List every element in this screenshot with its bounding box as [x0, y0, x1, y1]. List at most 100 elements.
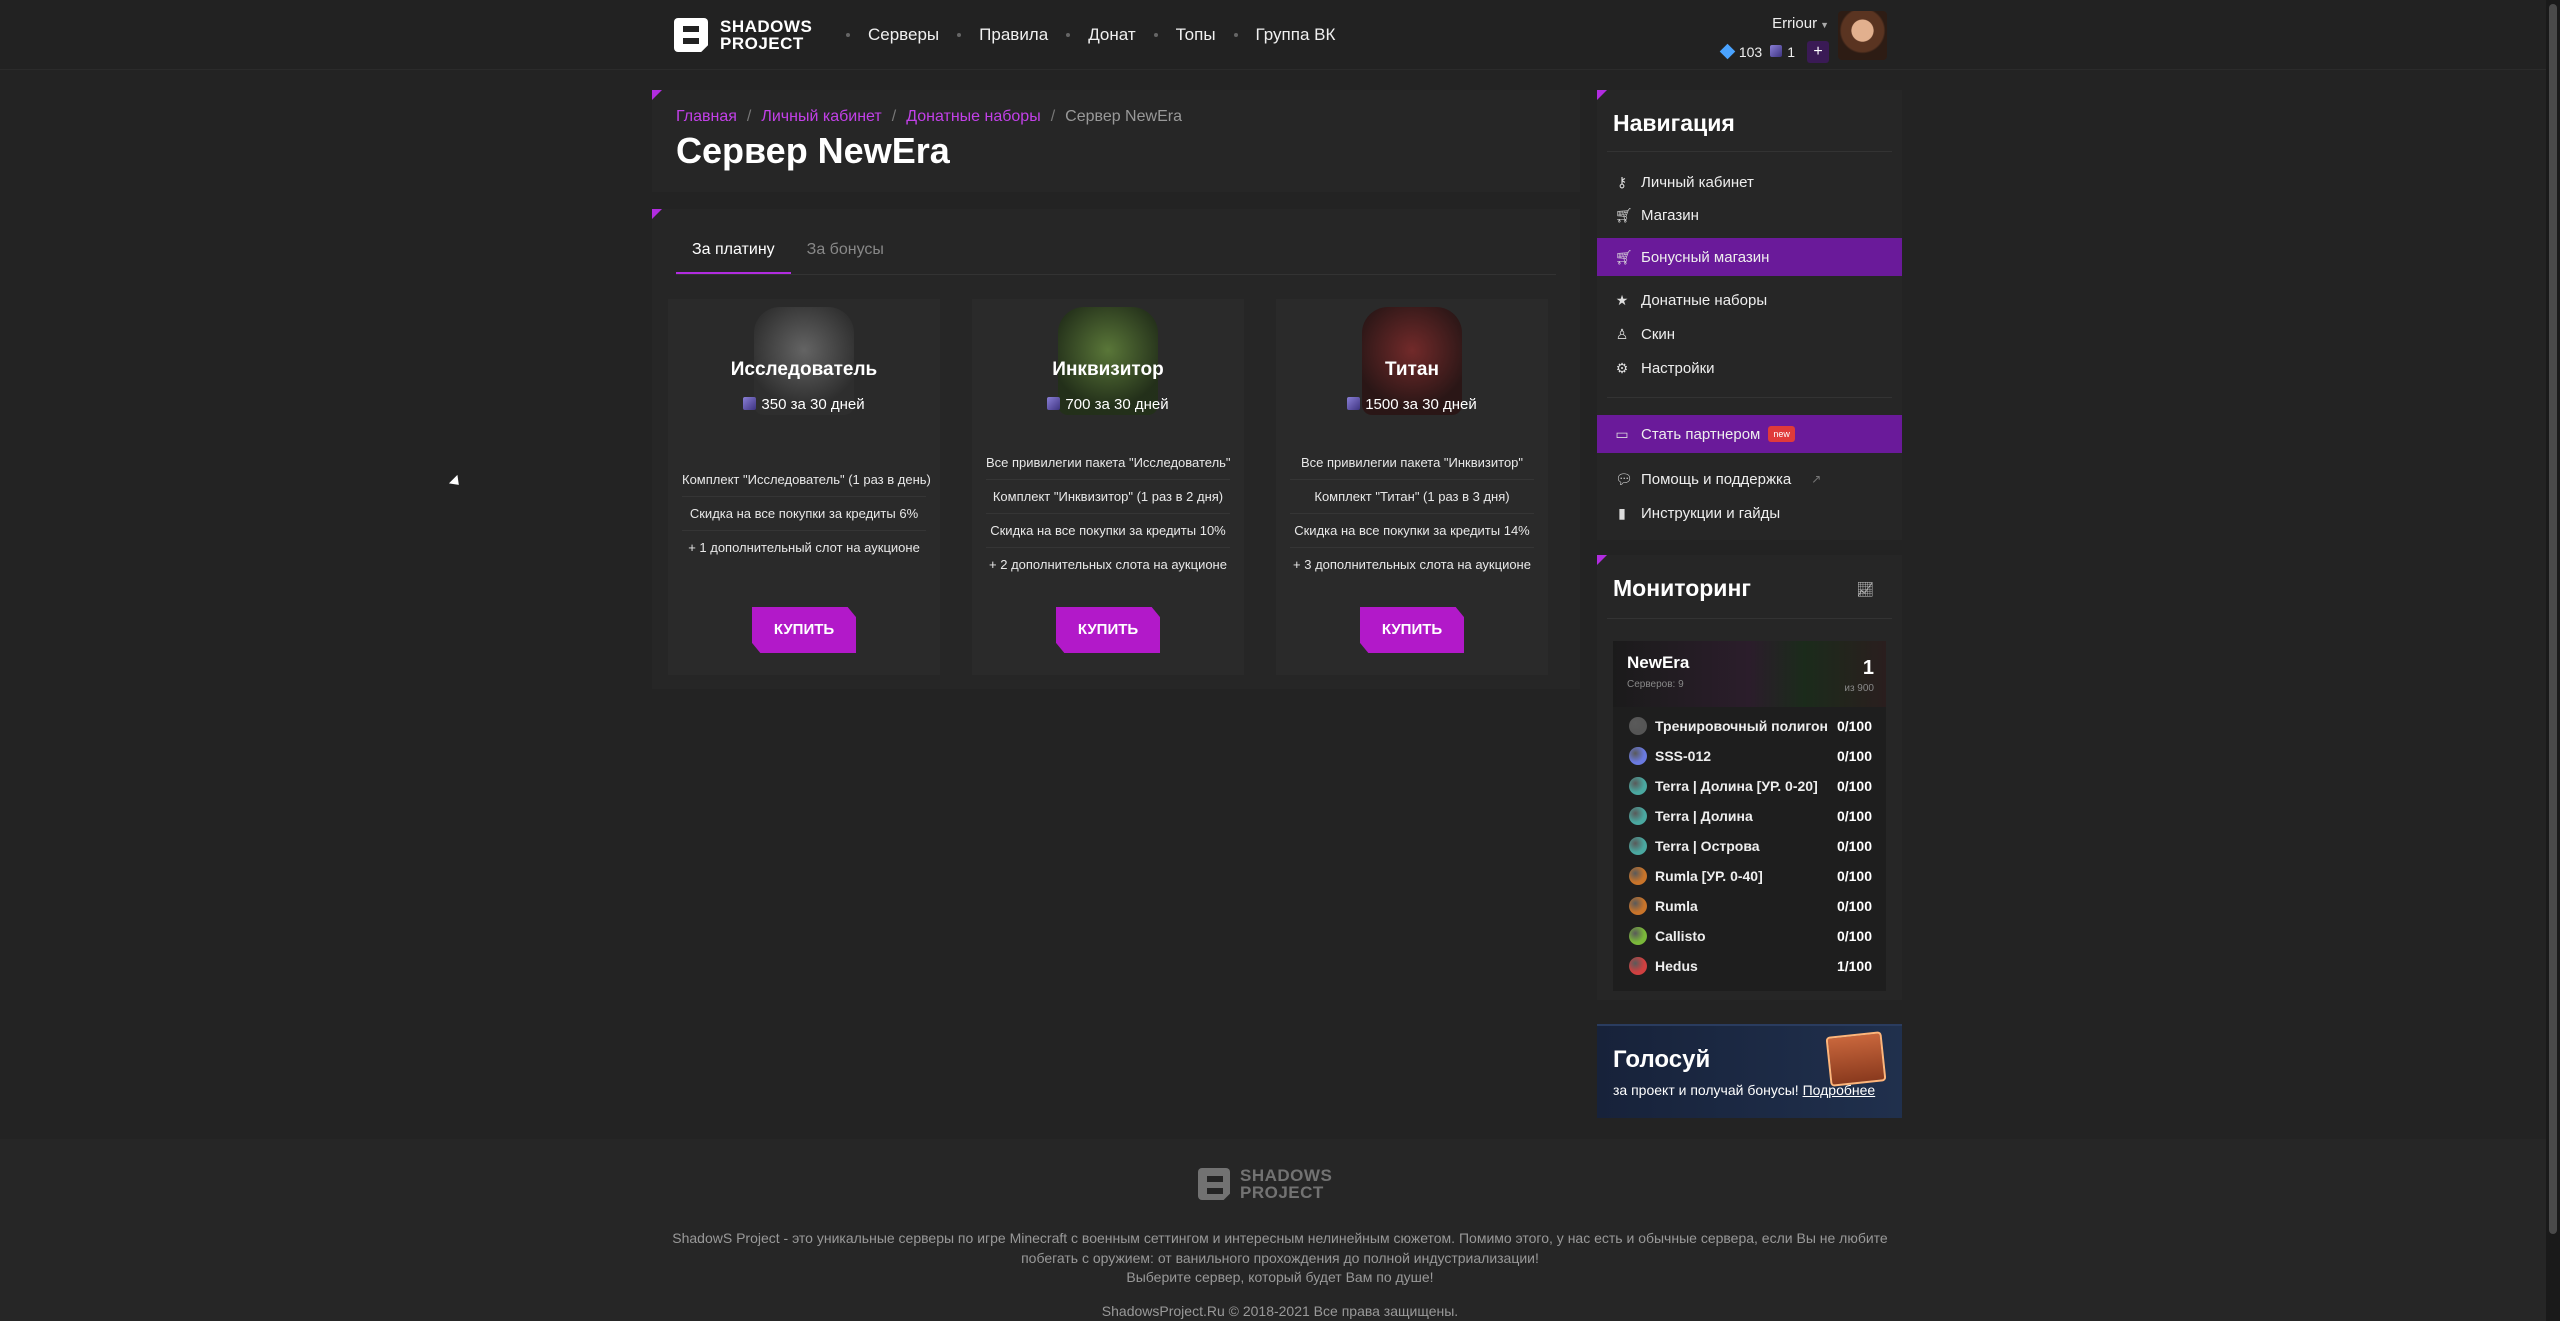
server-online: 0/100	[1836, 928, 1872, 944]
site-logo[interactable]: SHADOWS PROJECT	[674, 18, 812, 52]
platinum-icon	[1047, 397, 1061, 410]
nav-separator	[1066, 33, 1071, 37]
server-icon	[1629, 777, 1647, 795]
vote-banner[interactable]: Голосуй за проект и получай бонусы! Подр…	[1597, 1024, 1902, 1118]
tab-bonuses[interactable]: За бонусы	[791, 231, 900, 274]
server-icon	[1629, 717, 1647, 735]
cart-icon: 🛒︎	[1615, 248, 1633, 265]
online-count: 1	[1862, 657, 1874, 679]
user-menu[interactable]: Erriour ▼	[1772, 15, 1829, 32]
gem-icon	[1719, 43, 1736, 60]
feature-item: Все привилегии пакета "Инквизитор"	[1290, 446, 1534, 480]
server-name: Тренировочный полигон	[1655, 718, 1828, 734]
max-online: из 900	[1844, 683, 1874, 694]
server-online: 0/100	[1836, 718, 1872, 734]
username: Erriour	[1772, 15, 1818, 32]
feature-item: Комплект "Инквизитор" (1 раз в 2 дня)	[986, 480, 1230, 514]
breadcrumb: Главная / Личный кабинет / Донатные набо…	[676, 108, 1182, 126]
logo-line-1: SHADOWS	[1240, 1166, 1333, 1185]
server-row[interactable]: SSS-012 0/100	[1613, 741, 1886, 771]
book-icon: ▮	[1618, 504, 1626, 521]
chest-icon	[1825, 1031, 1887, 1087]
servers-count: Серверов: 9	[1627, 679, 1684, 690]
server-name: Rumla [УР. 0-40]	[1655, 868, 1763, 884]
nav-donate[interactable]: Донат	[1088, 25, 1135, 45]
top-up-button[interactable]: +	[1807, 41, 1829, 63]
package-price: 1500 за 30 дней	[1276, 396, 1548, 413]
breadcrumb-current: Сервер NewEra	[1065, 108, 1182, 125]
chart-icon[interactable]: 📈︎	[1856, 581, 1874, 598]
breadcrumb-home[interactable]: Главная	[676, 108, 737, 126]
server-name: Terra | Долина [УР. 0-20]	[1655, 778, 1818, 794]
server-row[interactable]: Terra | Долина [УР. 0-20] 0/100	[1613, 771, 1886, 801]
tab-platinum[interactable]: За платину	[676, 231, 791, 274]
sidebar-item-bonus-shop[interactable]: 🛒︎ Бонусный магазин	[1597, 238, 1902, 276]
server-online: 0/100	[1836, 808, 1872, 824]
nav-separator	[846, 33, 850, 37]
monitoring-title: Мониторинг	[1613, 575, 1751, 601]
feature-item: Комплект "Титан" (1 раз в 3 дня)	[1290, 480, 1534, 514]
logo-line-2: PROJECT	[1240, 1183, 1324, 1202]
server-online: 1/100	[1836, 958, 1872, 974]
top-bar: SHADOWS PROJECT Серверы Правила Донат То…	[0, 0, 2560, 70]
server-row[interactable]: Terra | Острова 0/100	[1613, 831, 1886, 861]
scrollbar[interactable]	[2546, 0, 2560, 1321]
sidebar-item-partner[interactable]: ▭ Стать партнером new	[1597, 415, 1902, 453]
copyright: ShadowsProject.Ru © 2018-2021 Все права …	[1101, 1303, 1459, 1319]
buy-button[interactable]: КУПИТЬ	[752, 607, 856, 653]
nav-rules[interactable]: Правила	[979, 25, 1048, 45]
sidebar-item-skin[interactable]: ♙ Скин	[1597, 315, 1902, 353]
nav-vk-group[interactable]: Группа ВК	[1256, 25, 1336, 45]
server-name: Hedus	[1655, 958, 1698, 974]
package-features: Все привилегии пакета "Инквизитор" Компл…	[1290, 446, 1534, 582]
buy-button[interactable]: КУПИТЬ	[1056, 607, 1160, 653]
server-row[interactable]: Hedus 1/100	[1613, 951, 1886, 981]
breadcrumb-separator: /	[746, 108, 752, 125]
server-name: Callisto	[1655, 928, 1706, 944]
server-online: 0/100	[1836, 898, 1872, 914]
sidebar-item-donate-sets[interactable]: ★ Донатные наборы	[1597, 281, 1902, 319]
logo-icon	[674, 18, 708, 52]
server-row[interactable]: Rumla [УР. 0-40] 0/100	[1613, 861, 1886, 891]
chevron-down-icon: ▼	[1820, 20, 1829, 30]
server-online: 0/100	[1836, 868, 1872, 884]
nav-servers[interactable]: Серверы	[868, 25, 939, 45]
nav-separator	[1233, 33, 1238, 37]
server-row[interactable]: Terra | Долина 0/100	[1613, 801, 1886, 831]
server-online: 0/100	[1836, 748, 1872, 764]
server-icon	[1629, 867, 1647, 885]
sidebar-navigation: Навигация ⚷ Личный кабинет 🛒︎ Магазин 🛒︎ Бо…	[1597, 90, 1902, 540]
server-name: Terra | Острова	[1655, 838, 1760, 854]
project-summary: NewEra Серверов: 9 1 из 900	[1613, 641, 1886, 707]
package-shop: За платину За бонусы Исследователь 350 з…	[652, 209, 1580, 689]
buy-button[interactable]: КУПИТЬ	[1360, 607, 1464, 653]
divider	[1607, 397, 1892, 398]
avatar[interactable]	[1838, 11, 1887, 60]
sidebar-item-help[interactable]: 💬︎ Помощь и поддержка ↗	[1597, 460, 1902, 498]
page-title: Сервер NewEra	[676, 130, 950, 171]
package-card: Исследователь 350 за 30 дней Комплект "И…	[668, 299, 940, 675]
platinum-icon	[1347, 397, 1361, 410]
breadcrumb-donate-sets[interactable]: Донатные наборы	[906, 108, 1041, 126]
server-icon	[1629, 807, 1647, 825]
sidebar-item-shop[interactable]: 🛒︎ Магазин	[1597, 196, 1902, 234]
sidebar-item-settings[interactable]: ⚙ Настройки	[1597, 349, 1902, 387]
server-row[interactable]: Callisto 0/100	[1613, 921, 1886, 951]
server-row[interactable]: Тренировочный полигон 0/100	[1613, 711, 1886, 741]
platinum-icon	[743, 397, 757, 410]
server-online: 0/100	[1836, 838, 1872, 854]
footer: SHADOWS PROJECT ShadowS Project - это ун…	[0, 1139, 2560, 1321]
breadcrumb-separator: /	[891, 108, 897, 125]
sidebar-item-guides[interactable]: ▮ Инструкции и гайды	[1597, 494, 1902, 532]
server-icon	[1629, 837, 1647, 855]
package-price: 350 за 30 дней	[668, 396, 940, 413]
breadcrumb-cabinet[interactable]: Личный кабинет	[761, 108, 881, 126]
nav-tops[interactable]: Топы	[1176, 25, 1216, 45]
feature-item: Все привилегии пакета "Исследователь"	[986, 446, 1231, 480]
feature-item: Скидка на все покупки за кредиты 10%	[986, 514, 1230, 548]
server-row[interactable]: Rumla 0/100	[1613, 891, 1886, 921]
feature-item: Скидка на все покупки за кредиты 6%	[682, 497, 926, 531]
scrollbar-thumb[interactable]	[2549, 4, 2557, 1234]
footer-description: ShadowS Project - это уникальные серверы…	[672, 1230, 1888, 1246]
platinum-balance: 1	[1770, 44, 1795, 60]
